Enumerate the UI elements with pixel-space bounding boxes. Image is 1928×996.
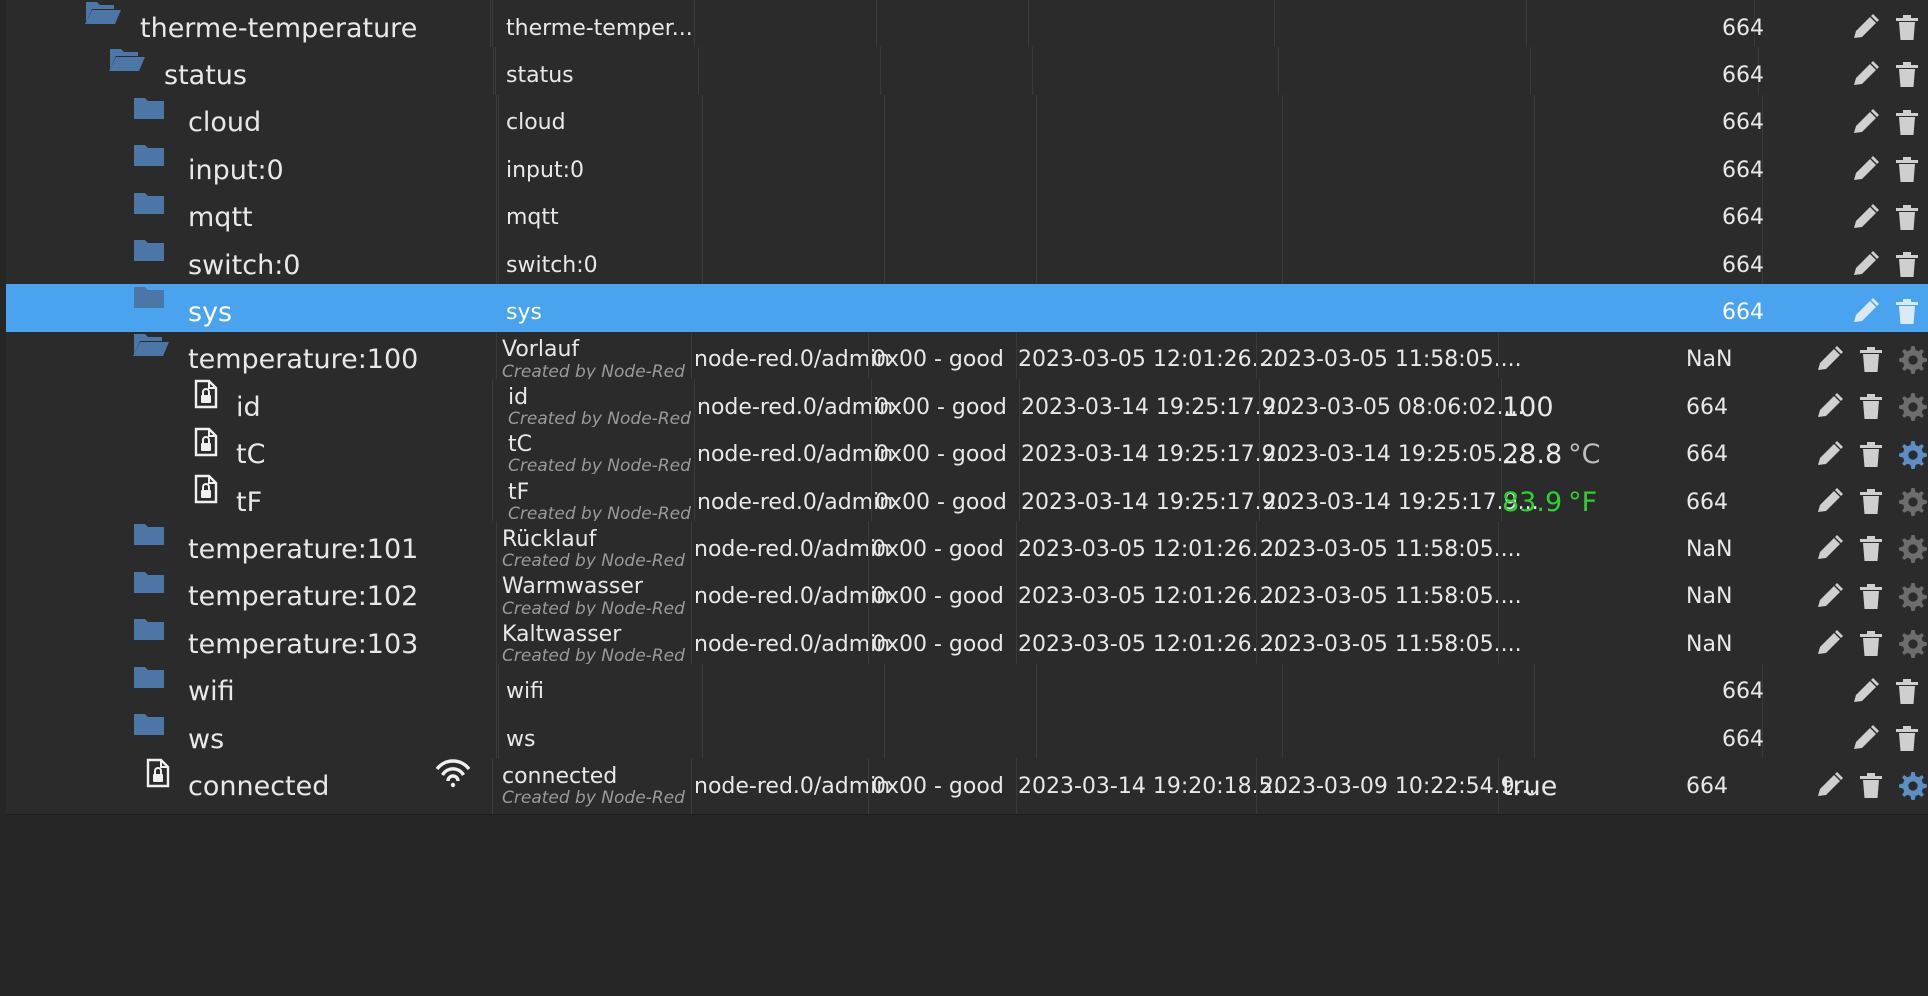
delete-trash-icon[interactable] <box>1858 392 1884 422</box>
state-value-number: 28.8 <box>1502 439 1563 471</box>
settings-gear-icon[interactable] <box>1898 392 1928 422</box>
edit-pencil-icon[interactable] <box>1850 297 1880 327</box>
object-name-text: tC <box>508 432 532 458</box>
delete-trash-icon[interactable] <box>1858 440 1884 470</box>
settings-gear-icon[interactable] <box>1898 582 1928 612</box>
delete-trash-icon[interactable] <box>1894 13 1920 43</box>
edit-pencil-icon[interactable] <box>1814 487 1844 517</box>
settings-gear-icon[interactable] <box>1898 440 1928 470</box>
delete-trash-icon[interactable] <box>1894 155 1920 185</box>
state-value-number: true <box>1502 770 1558 802</box>
edit-pencil-icon[interactable] <box>1850 677 1880 707</box>
delete-trash-icon[interactable] <box>1894 724 1920 754</box>
timestamp-cell: 2023-03-14 19:20:18.5... <box>1018 773 1294 799</box>
acl-cell: 664 <box>1686 773 1728 799</box>
object-id-label: connected <box>188 770 330 802</box>
delete-trash-icon[interactable] <box>1858 629 1884 659</box>
settings-gear-icon[interactable] <box>1898 345 1928 375</box>
row-actions <box>1814 758 1928 814</box>
edit-pencil-icon[interactable] <box>1850 203 1880 233</box>
settings-gear-icon[interactable] <box>1898 771 1928 801</box>
object-tree-table: therme-temperature therme-temper... 664 sta… <box>0 0 1928 996</box>
state-value[interactable]: true <box>1502 758 1557 814</box>
edit-pencil-icon[interactable] <box>1814 582 1844 612</box>
wifi-icon <box>434 758 472 814</box>
delete-trash-icon[interactable] <box>1858 534 1884 564</box>
delete-trash-icon[interactable] <box>1894 250 1920 280</box>
user-cell: node-red.0/admin <box>694 773 891 799</box>
state-value-number: 83.9 <box>1502 486 1563 518</box>
edit-pencil-icon[interactable] <box>1814 345 1844 375</box>
edit-pencil-icon[interactable] <box>1814 534 1844 564</box>
file-lock-icon <box>146 758 170 814</box>
object-name-text: Warmwasser <box>502 574 643 600</box>
settings-gear-icon[interactable] <box>1898 629 1928 659</box>
object-name-text: Kaltwasser <box>502 621 622 647</box>
edit-pencil-icon[interactable] <box>1850 155 1880 185</box>
delete-trash-icon[interactable] <box>1894 60 1920 90</box>
object-name-text: id <box>508 384 529 410</box>
delete-trash-icon[interactable] <box>1858 487 1884 517</box>
delete-trash-icon[interactable] <box>1858 345 1884 375</box>
settings-gear-icon[interactable] <box>1898 487 1928 517</box>
edit-pencil-icon[interactable] <box>1814 771 1844 801</box>
edit-pencil-icon[interactable] <box>1850 724 1880 754</box>
delete-trash-icon[interactable] <box>1894 108 1920 138</box>
object-name-subtitle: Created by Node-Red <box>502 788 685 809</box>
edit-pencil-icon[interactable] <box>1850 60 1880 90</box>
object-name-text: Rücklauf <box>502 526 597 552</box>
delete-trash-icon[interactable] <box>1894 203 1920 233</box>
edit-pencil-icon[interactable] <box>1850 108 1880 138</box>
delete-trash-icon[interactable] <box>1858 582 1884 612</box>
edit-pencil-icon[interactable] <box>1814 392 1844 422</box>
delete-trash-icon[interactable] <box>1894 297 1920 327</box>
tree-row-connected[interactable]: connected connected Created by Node-Red nod… <box>6 758 1928 816</box>
settings-gear-icon[interactable] <box>1898 534 1928 564</box>
edit-pencil-icon[interactable] <box>1850 250 1880 280</box>
object-name: connected Created by Node-Red <box>502 758 687 814</box>
state-unit: °C <box>1568 439 1601 471</box>
state-unit: °F <box>1568 486 1598 518</box>
delete-trash-icon[interactable] <box>1894 677 1920 707</box>
object-name-text: tF <box>508 479 530 505</box>
edit-pencil-icon[interactable] <box>1850 13 1880 43</box>
last-change-cell: 2023-03-09 10:22:54.9... <box>1260 773 1536 799</box>
delete-trash-icon[interactable] <box>1858 771 1884 801</box>
object-name-text: connected <box>502 763 618 789</box>
state-value-number: 100 <box>1502 391 1554 423</box>
edit-pencil-icon[interactable] <box>1814 629 1844 659</box>
object-name-text: Vorlauf <box>502 337 580 363</box>
quality-cell: 0x00 - good <box>872 773 1004 799</box>
edit-pencil-icon[interactable] <box>1814 440 1844 470</box>
